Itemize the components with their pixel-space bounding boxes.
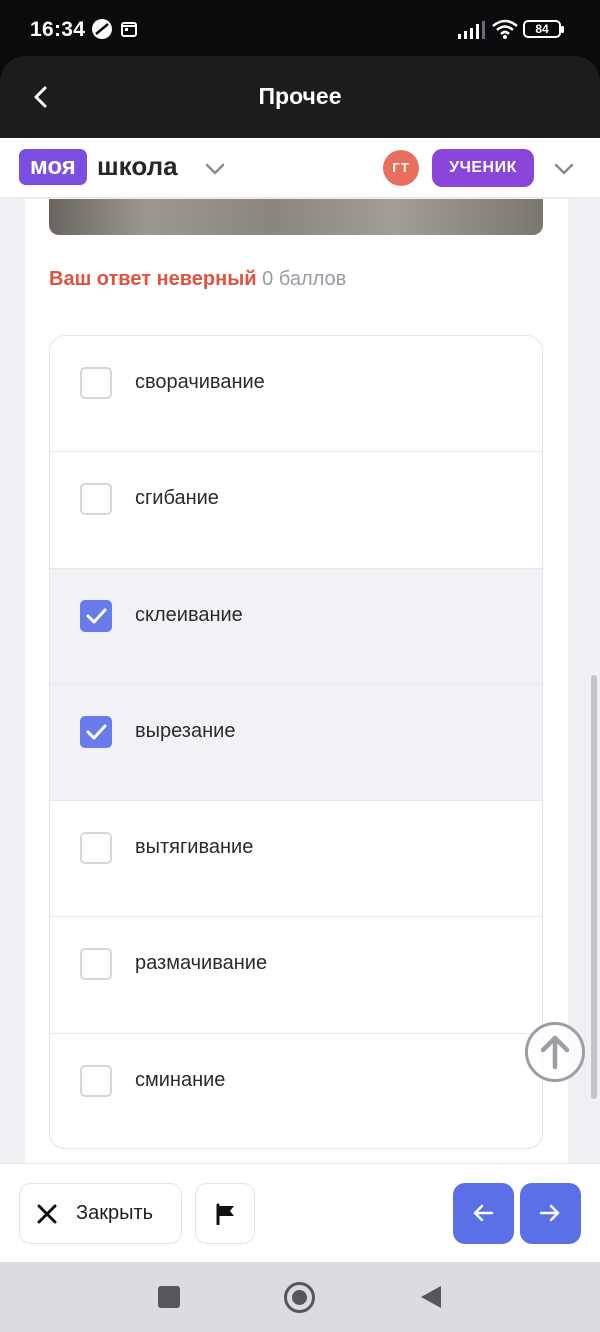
option-row[interactable]: вырезание xyxy=(50,684,542,802)
checkbox[interactable] xyxy=(80,948,112,981)
option-row[interactable]: сворачивание xyxy=(50,336,542,453)
no-disturb-icon xyxy=(92,19,112,39)
option-label: сминание xyxy=(135,1068,226,1091)
option-label: сворачивание xyxy=(135,371,265,393)
option-row[interactable]: вытягивание xyxy=(50,801,542,918)
question-content: Ваш ответ неверный 0 баллов сворачивание… xyxy=(25,199,568,1163)
option-row[interactable]: размачивание xyxy=(50,917,542,1034)
close-icon xyxy=(37,1204,57,1224)
arrow-left-icon xyxy=(473,1204,494,1222)
check-icon xyxy=(86,608,107,624)
battery-icon: 84 xyxy=(523,20,564,38)
close-button[interactable]: Закрыть xyxy=(19,1183,182,1244)
flag-icon xyxy=(216,1203,234,1225)
option-row[interactable]: сгибание xyxy=(50,452,542,569)
next-button[interactable] xyxy=(520,1183,581,1244)
option-row[interactable]: склеивание xyxy=(50,568,542,685)
option-label: вырезание xyxy=(135,719,236,742)
answer-options: сворачивание сгибание склеивание вырезан… xyxy=(49,335,543,1149)
page-title: Прочее xyxy=(258,83,342,109)
checkbox[interactable] xyxy=(80,599,112,632)
status-time: 16:34 xyxy=(30,18,86,41)
option-row[interactable]: сминание xyxy=(50,1033,542,1148)
signal-icon xyxy=(458,21,485,39)
chevron-down-icon[interactable] xyxy=(204,162,226,176)
option-label: сгибание xyxy=(135,487,219,510)
option-label: склеивание xyxy=(135,603,243,626)
flag-button[interactable] xyxy=(195,1183,255,1244)
question-image xyxy=(49,199,543,235)
logo[interactable]: моя xyxy=(19,149,87,185)
wifi-icon xyxy=(492,19,518,39)
recents-icon[interactable] xyxy=(158,1286,180,1308)
option-label: размачивание xyxy=(135,952,268,975)
calendar-icon xyxy=(121,22,137,37)
status-bar: 16:34 84 xyxy=(0,0,600,56)
prev-button[interactable] xyxy=(453,1183,514,1244)
checkbox[interactable] xyxy=(80,832,112,865)
arrow-right-icon xyxy=(539,1204,560,1222)
scrollbar[interactable] xyxy=(591,675,597,1099)
checkbox[interactable] xyxy=(80,1064,112,1097)
answer-verdict: Ваш ответ неверный 0 баллов xyxy=(49,268,346,291)
bottom-toolbar: Закрыть xyxy=(0,1163,600,1262)
option-label: вытягивание xyxy=(135,836,254,859)
home-icon[interactable] xyxy=(284,1282,315,1313)
logo-text[interactable]: школа xyxy=(97,150,178,182)
check-icon xyxy=(86,724,107,740)
checkbox[interactable] xyxy=(80,715,112,748)
app-header: Прочее xyxy=(0,56,600,138)
verdict-text: Ваш ответ неверный xyxy=(49,268,257,290)
avatar[interactable]: ГТ xyxy=(383,150,419,186)
checkbox[interactable] xyxy=(80,367,112,399)
scroll-to-top-button[interactable] xyxy=(525,1022,585,1082)
close-label: Закрыть xyxy=(76,1202,154,1224)
back-icon[interactable] xyxy=(419,1284,443,1310)
arrow-up-icon xyxy=(540,1035,570,1070)
checkbox[interactable] xyxy=(80,483,112,516)
score-text: 0 баллов xyxy=(262,268,347,290)
user-menu-chevron-icon[interactable] xyxy=(553,162,575,176)
role-badge[interactable]: УЧЕНИК xyxy=(432,149,534,187)
